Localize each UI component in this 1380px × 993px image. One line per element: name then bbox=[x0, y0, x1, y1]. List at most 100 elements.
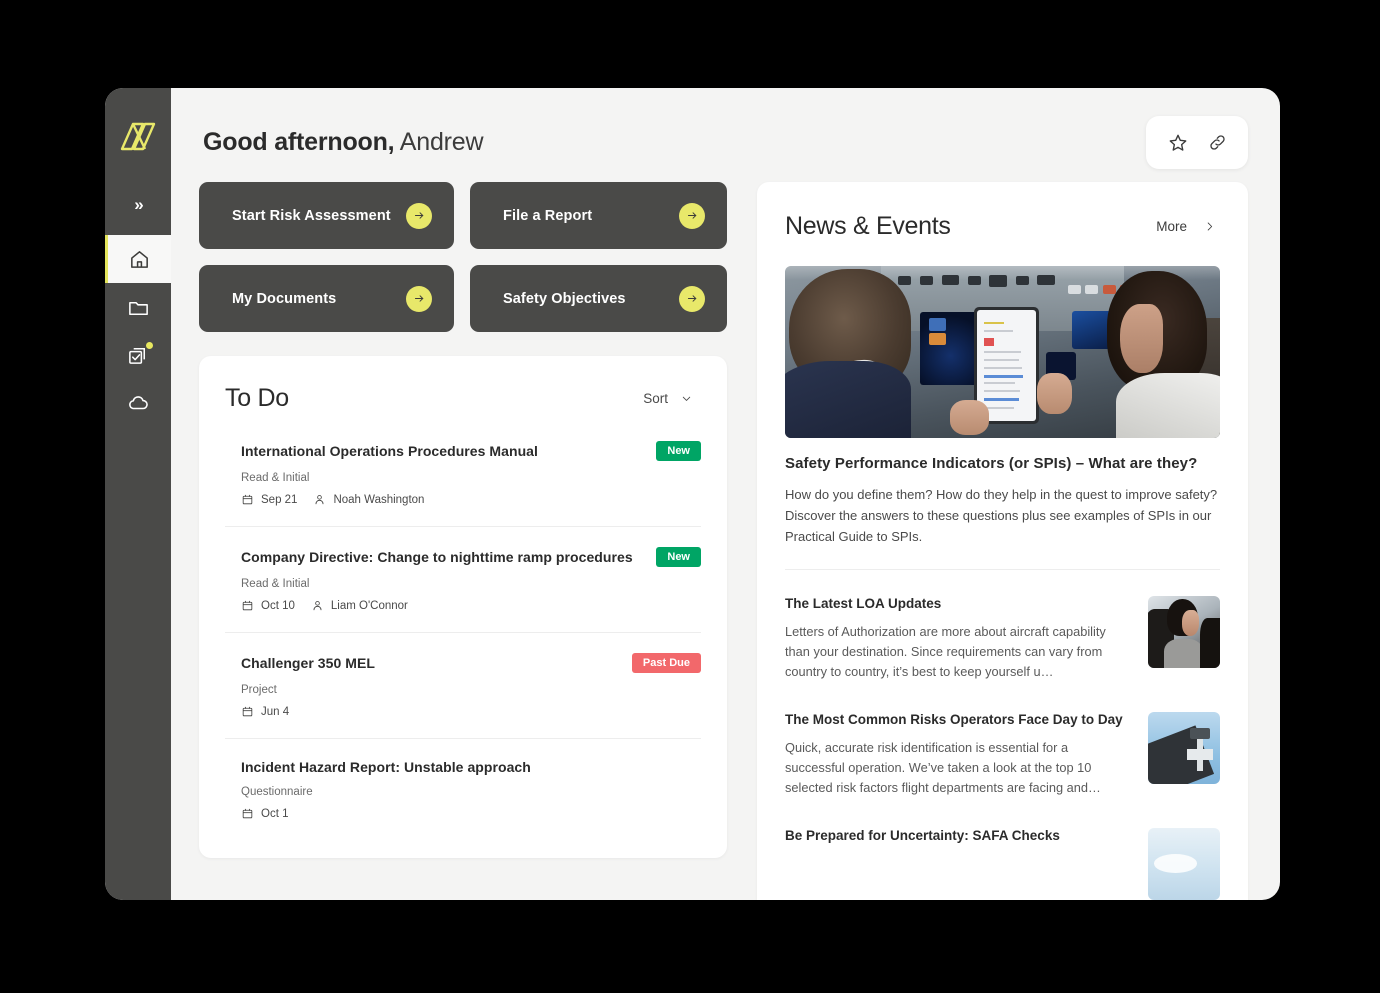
sort-dropdown[interactable]: Sort bbox=[643, 391, 701, 406]
status-badge: New bbox=[656, 547, 701, 567]
article-title: Be Prepared for Uncertainty: SAFA Checks bbox=[785, 828, 1060, 843]
left-column: Start Risk Assessment File a Report My D… bbox=[199, 182, 727, 900]
featured-article-description: How do you define them? How do they help… bbox=[785, 484, 1220, 570]
copy-link-button[interactable] bbox=[1207, 132, 1228, 153]
page-title: Good afternoon, Andrew bbox=[199, 118, 484, 158]
todo-item-meta: Oct 1 bbox=[241, 807, 701, 820]
arrow-right-icon bbox=[679, 202, 705, 229]
assignee-name: Liam O'Connor bbox=[330, 599, 408, 612]
todo-list-item[interactable]: International Operations Procedures Manu… bbox=[225, 441, 701, 527]
status-badge: New bbox=[656, 441, 701, 461]
due-date-chip: Oct 1 bbox=[241, 807, 288, 820]
cloud-icon bbox=[129, 396, 148, 410]
chevron-down-icon bbox=[682, 396, 691, 401]
person-icon bbox=[313, 601, 322, 611]
todo-item-type: Read & Initial bbox=[241, 578, 310, 590]
start-risk-assessment-button[interactable]: Start Risk Assessment bbox=[199, 182, 454, 249]
todo-list-item[interactable]: Company Directive: Change to nighttime r… bbox=[225, 547, 701, 633]
news-more-link[interactable]: More bbox=[1156, 219, 1220, 234]
sort-label: Sort bbox=[643, 391, 668, 406]
folder-icon bbox=[128, 301, 148, 315]
article-description: Quick, accurate risk identification is e… bbox=[785, 740, 1101, 795]
main-content: Good afternoon, Andrew Start Risk Assess… bbox=[171, 88, 1280, 900]
due-date-text: Jun 4 bbox=[261, 705, 290, 718]
quick-action-label: File a Report bbox=[503, 207, 593, 224]
todo-item-meta: Jun 4 bbox=[241, 705, 701, 718]
due-date-text: Oct 10 bbox=[261, 599, 295, 612]
page-header: Good afternoon, Andrew bbox=[199, 116, 1248, 178]
due-date-text: Oct 1 bbox=[261, 807, 289, 820]
right-column: News & Events More Safety Performance In… bbox=[757, 182, 1248, 900]
article-text: Be Prepared for Uncertainty: SAFA Checks bbox=[785, 828, 1130, 854]
news-list-item[interactable]: The Latest LOA Updates Letters of Author… bbox=[785, 570, 1220, 682]
quick-action-label: Start Risk Assessment bbox=[232, 207, 391, 224]
news-title: News & Events bbox=[785, 212, 951, 240]
sidebar-item-cloud[interactable] bbox=[105, 379, 171, 427]
article-description: Letters of Authorization are more about … bbox=[785, 624, 1106, 679]
sidebar-item-tasks[interactable] bbox=[105, 331, 171, 379]
todo-item-type: Read & Initial bbox=[241, 472, 310, 484]
cockpit-pilots-tablet-photo[interactable] bbox=[785, 266, 1220, 438]
todo-item-type: Project bbox=[241, 684, 277, 696]
calendar-icon bbox=[242, 494, 253, 505]
brand-logo[interactable] bbox=[105, 88, 171, 184]
sky-thumbnail bbox=[1148, 828, 1220, 900]
todo-header: To Do Sort bbox=[225, 384, 701, 413]
home-icon bbox=[131, 250, 148, 268]
todo-item-meta: Sep 21 Noah Washington bbox=[241, 493, 701, 506]
person-icon bbox=[316, 495, 324, 505]
sidebar: » bbox=[105, 88, 171, 900]
status-badge: Past Due bbox=[631, 653, 701, 673]
collapse-sidebar-button[interactable]: » bbox=[105, 184, 171, 226]
control-tower-thumbnail bbox=[1148, 712, 1220, 784]
todo-list-item[interactable]: Incident Hazard Report: Unstable approac… bbox=[225, 759, 701, 828]
quick-action-label: My Documents bbox=[232, 290, 337, 307]
todo-item-header: Challenger 350 MEL Past Due bbox=[241, 653, 701, 673]
todo-item-header: International Operations Procedures Manu… bbox=[241, 441, 701, 461]
quick-action-label: Safety Objectives bbox=[503, 290, 626, 307]
brand-logo-icon bbox=[120, 122, 156, 151]
news-list-item[interactable]: The Most Common Risks Operators Face Day… bbox=[785, 682, 1220, 798]
due-date-chip: Jun 4 bbox=[241, 705, 289, 718]
todo-item-type: Questionnaire bbox=[241, 786, 313, 798]
greeting-user-name: Andrew bbox=[399, 128, 484, 156]
my-documents-button[interactable]: My Documents bbox=[199, 265, 454, 332]
calendar-icon bbox=[242, 706, 253, 717]
link-icon bbox=[1209, 135, 1225, 150]
news-more-label: More bbox=[1156, 219, 1187, 234]
news-list-item[interactable]: Be Prepared for Uncertainty: SAFA Checks bbox=[785, 798, 1220, 900]
article-title: The Most Common Risks Operators Face Day… bbox=[785, 712, 1123, 727]
star-icon bbox=[1169, 134, 1186, 151]
todo-item-name: Incident Hazard Report: Unstable approac… bbox=[241, 759, 531, 775]
due-date-chip: Sep 21 bbox=[241, 493, 297, 506]
quick-actions-grid: Start Risk Assessment File a Report My D… bbox=[199, 182, 727, 332]
arrow-right-icon bbox=[406, 202, 432, 229]
todo-item-name: International Operations Procedures Manu… bbox=[241, 443, 538, 459]
sidebar-item-home[interactable] bbox=[105, 235, 171, 283]
news-and-events-card: News & Events More Safety Performance In… bbox=[757, 182, 1248, 900]
arrow-right-icon bbox=[406, 285, 432, 312]
chevron-right-icon bbox=[1207, 222, 1213, 231]
sidebar-item-documents[interactable] bbox=[105, 283, 171, 331]
article-title: The Latest LOA Updates bbox=[785, 596, 942, 611]
article-text: The Most Common Risks Operators Face Day… bbox=[785, 712, 1130, 798]
tasks-notification-badge bbox=[145, 341, 154, 350]
featured-article-title[interactable]: Safety Performance Indicators (or SPIs) … bbox=[785, 455, 1220, 472]
article-text: The Latest LOA Updates Letters of Author… bbox=[785, 596, 1130, 682]
safety-objectives-button[interactable]: Safety Objectives bbox=[470, 265, 727, 332]
header-actions bbox=[1146, 116, 1248, 169]
news-header: News & Events More bbox=[785, 212, 1220, 241]
assignee-chip: Liam O'Connor bbox=[311, 599, 408, 612]
calendar-icon bbox=[242, 600, 253, 611]
content-columns: Start Risk Assessment File a Report My D… bbox=[199, 182, 1248, 900]
file-a-report-button[interactable]: File a Report bbox=[470, 182, 727, 249]
todo-list-item[interactable]: Challenger 350 MEL Past Due Project Jun … bbox=[225, 653, 701, 739]
assignee-chip: Noah Washington bbox=[313, 493, 424, 506]
calendar-icon bbox=[242, 808, 253, 819]
todo-item-name: Challenger 350 MEL bbox=[241, 655, 375, 671]
arrow-right-icon bbox=[679, 285, 705, 312]
favorite-button[interactable] bbox=[1167, 132, 1189, 154]
todo-card: To Do Sort International Operations Proc… bbox=[199, 356, 727, 858]
pilot-headset-thumbnail bbox=[1148, 596, 1220, 668]
